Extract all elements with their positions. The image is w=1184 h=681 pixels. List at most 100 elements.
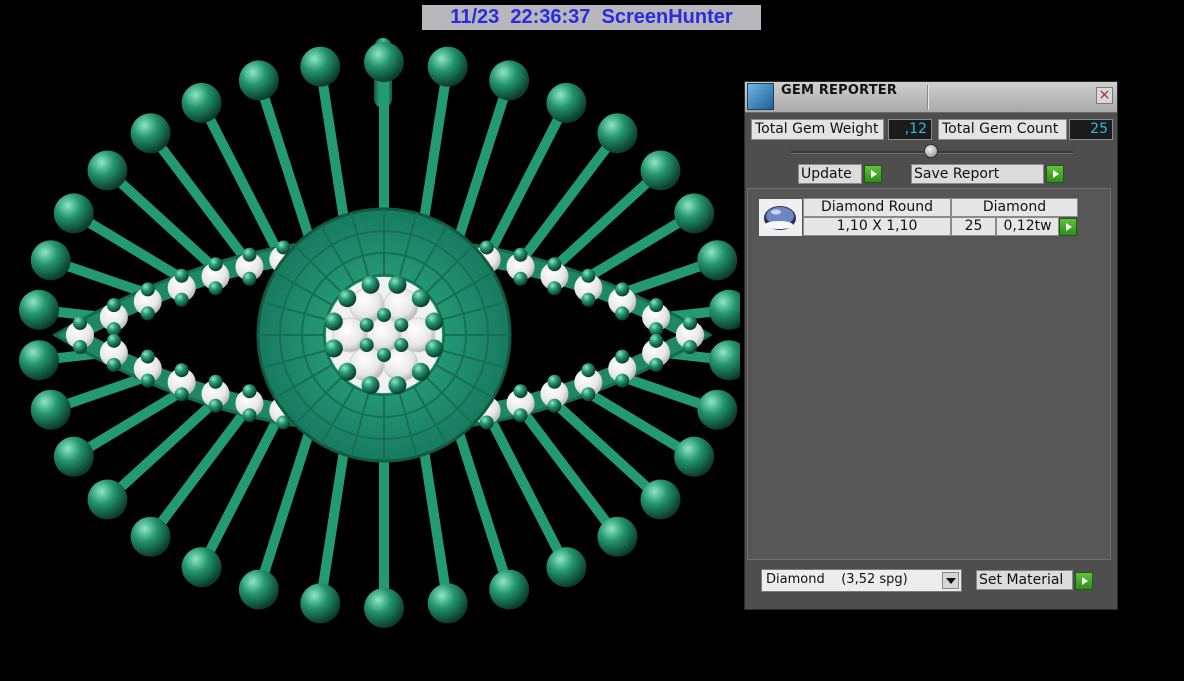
lid-prong	[547, 398, 562, 413]
lid-prong	[615, 349, 630, 364]
save-report-go-icon[interactable]	[1046, 165, 1064, 183]
lid-prong	[208, 281, 223, 296]
gem-weight: 0,12tw	[996, 217, 1059, 236]
lid-prong	[683, 316, 697, 330]
ray-ball	[489, 569, 530, 610]
pupil-prong	[338, 362, 357, 381]
ray-ball	[709, 289, 740, 330]
lid-prong	[106, 333, 121, 348]
update-go-icon[interactable]	[864, 165, 882, 183]
ray-ball	[18, 289, 59, 330]
gem-cut: Diamond Round	[803, 198, 951, 217]
ray-ball	[18, 340, 59, 381]
lid-prong	[649, 357, 664, 372]
pupil-prong	[359, 318, 374, 332]
ray-ball	[546, 547, 587, 588]
lid-prong	[581, 292, 596, 307]
titlebar-divider	[927, 85, 929, 110]
ray-ball	[238, 60, 279, 101]
lid-prong	[649, 333, 664, 348]
total-gem-count-label: Total Gem Count	[938, 119, 1067, 140]
pupil-prong	[377, 308, 391, 322]
total-gem-weight-value: ,12	[888, 119, 932, 140]
lid-prong	[208, 374, 223, 389]
pupil-prong	[425, 312, 444, 331]
ray-ball	[300, 583, 341, 624]
ray-ball	[364, 42, 404, 82]
ray-ball	[640, 150, 681, 191]
pupil-prong	[394, 338, 409, 352]
ray-ball	[709, 340, 740, 381]
save-report-button[interactable]: Save Report	[911, 164, 1044, 184]
lid-prong	[140, 306, 155, 321]
lid-prong	[683, 340, 697, 354]
lid-prong	[140, 349, 155, 364]
lid-prong	[242, 271, 257, 286]
total-gem-weight-label: Total Gem Weight	[751, 119, 884, 140]
ray-ball	[489, 60, 530, 101]
close-icon[interactable]: ×	[1096, 87, 1113, 104]
screenhunter-timestamp: 11/23 22:36:37 ScreenHunter	[422, 5, 761, 30]
size-slider-thumb[interactable]	[924, 144, 938, 158]
diamond-round-icon	[758, 198, 803, 237]
pupil-prong	[411, 362, 430, 381]
ray-ball	[53, 436, 94, 477]
pupil-prong	[425, 339, 444, 358]
lid-prong	[242, 408, 257, 423]
ray-ball	[87, 479, 128, 520]
ray-ball	[674, 193, 715, 234]
panel-title: GEM REPORTER	[781, 83, 898, 98]
lid-prong	[649, 298, 664, 313]
lid-prong	[106, 298, 121, 313]
lid-prong	[174, 268, 189, 283]
lid-prong	[615, 282, 630, 297]
ray-ball	[130, 113, 171, 154]
lid-prong	[581, 387, 596, 402]
pupil-prong	[394, 318, 409, 332]
lid-prong	[106, 357, 121, 372]
pupil-prong	[361, 376, 380, 395]
pupil-prong	[388, 275, 407, 294]
update-button[interactable]: Update	[798, 164, 862, 184]
lid-prong	[479, 415, 494, 430]
ray-ball	[697, 389, 738, 430]
lid-prong	[208, 257, 223, 272]
material-select[interactable]: Diamond (3,52 spg)	[761, 569, 962, 592]
ray-ball	[427, 46, 468, 87]
lid-prong	[513, 247, 528, 262]
lid-prong	[479, 240, 494, 255]
ray-ball	[546, 82, 587, 123]
total-gem-count-value: 25	[1069, 119, 1113, 140]
gem-reporter-icon	[747, 83, 774, 110]
ray-ball	[640, 479, 681, 520]
pupil-prong	[324, 312, 343, 331]
evil-eye-pendant-render	[18, 38, 740, 628]
gem-reporter-panel: GEM REPORTER × Total Gem Weight ,12 Tota…	[744, 81, 1118, 610]
ray-ball	[300, 46, 341, 87]
ray-ball	[364, 588, 404, 628]
lid-prong	[513, 384, 528, 399]
ray-ball	[181, 547, 222, 588]
pupil-prong	[388, 376, 407, 395]
lid-prong	[73, 340, 87, 354]
chevron-down-icon[interactable]	[942, 572, 959, 589]
ray-ball	[597, 516, 638, 557]
gem-row-go-icon[interactable]	[1059, 218, 1077, 236]
pupil-prong	[411, 289, 430, 308]
lid-prong	[242, 247, 257, 262]
lid-prong	[547, 374, 562, 389]
ray-ball	[674, 436, 715, 477]
lid-prong	[547, 257, 562, 272]
ray-ball	[53, 193, 94, 234]
pupil-prong	[359, 338, 374, 352]
set-material-go-icon[interactable]	[1075, 572, 1093, 590]
3d-viewport[interactable]	[0, 30, 740, 681]
ray-ball	[181, 82, 222, 123]
lid-prong	[513, 271, 528, 286]
panel-titlebar[interactable]: GEM REPORTER ×	[745, 82, 1117, 113]
gem-material: Diamond	[951, 198, 1078, 217]
ray-ball	[30, 240, 71, 281]
set-material-button[interactable]: Set Material	[976, 570, 1073, 590]
lid-prong	[140, 373, 155, 388]
lid-prong	[615, 373, 630, 388]
